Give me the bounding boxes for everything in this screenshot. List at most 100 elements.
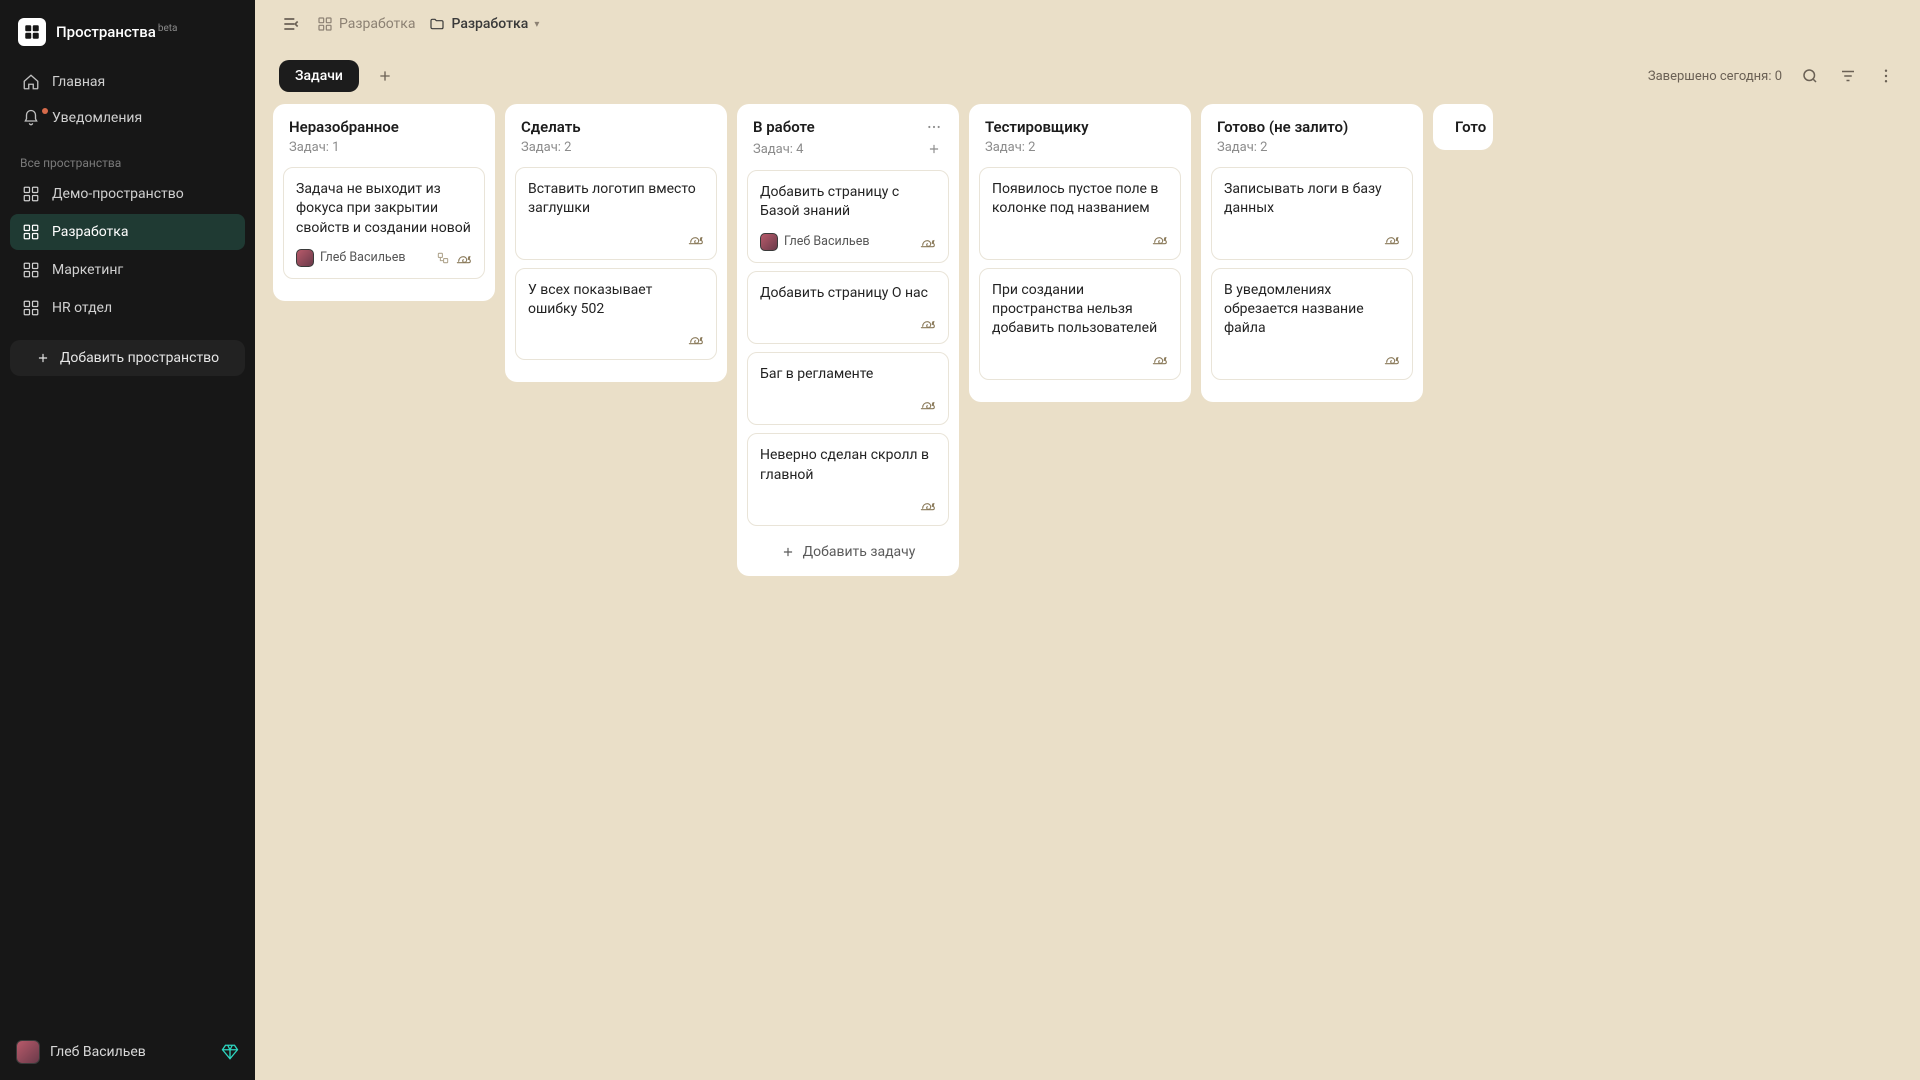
collapse-sidebar-button[interactable] [279,12,303,36]
board-scroll[interactable]: Неразобранное Задач: 1 Задача не выходит и… [255,104,1920,1080]
nav-notifications[interactable]: Уведомления [10,100,245,136]
breadcrumb-current[interactable]: Разработка ▾ [429,16,539,32]
board-column: Тестировщику Задач: 2 Появилось пустое пол… [969,104,1191,402]
home-icon [22,73,40,91]
bell-icon [22,109,40,127]
sidebar-space-item[interactable]: Разработка [10,214,245,250]
sidebar-space-item[interactable]: Демо-пространство [10,176,245,212]
column-task-count: Задач: 2 [521,140,571,155]
column-title: Тестировщику [985,118,1089,136]
premium-icon[interactable] [221,1043,239,1061]
task-title: Добавить страницу с Базой знаний [760,183,936,222]
task-card[interactable]: Появилось пустое поле в колонке под назв… [979,167,1181,260]
column-title: Готово (не залито) [1217,118,1348,136]
breadcrumb-current-label: Разработка [451,16,528,32]
board-column: В работеЗадач: 4Добавить страницу с Базо… [737,104,959,576]
subtask-icon [436,251,450,265]
topbar: Разработка Разработка ▾ [255,0,1920,48]
task-card[interactable]: У всех показывает ошибку 502 [515,268,717,361]
snail-icon [920,234,936,250]
task-card[interactable]: При создании пространства нельзя добавит… [979,268,1181,380]
task-title: В уведомлениях обрезается название файла [1224,281,1400,339]
board: Неразобранное Задач: 1 Задача не выходит и… [273,104,1920,1062]
sidebar-space-item[interactable]: HR отдел [10,290,245,326]
board-column-overflow[interactable]: Готово [1433,104,1493,150]
task-card[interactable]: Записывать логи в базу данных [1211,167,1413,260]
space-label: Разработка [52,224,128,240]
board-column: Готово (не залито) Задач: 2 Записывать лог… [1201,104,1423,402]
snail-icon [456,250,472,266]
plus-icon [36,351,50,365]
space-label: Маркетинг [52,262,123,278]
brand-title: Пространстваbeta [56,23,177,41]
task-title: При создании пространства нельзя добавит… [992,281,1168,339]
task-title: Появилось пустое поле в колонке под назв… [992,180,1168,219]
search-button[interactable] [1800,66,1820,86]
user-name: Глеб Васильев [50,1044,146,1060]
column-title: В работе [753,118,815,136]
spaces-section-label: Все пространства [0,142,255,176]
sidebar: Пространстваbeta Главная Уведомления Все… [0,0,255,1080]
user-avatar[interactable] [16,1040,40,1064]
column-task-count: Задач: 2 [1217,140,1267,155]
notification-dot-icon [42,108,48,114]
task-card[interactable]: Добавить страницу О нас [747,271,949,344]
assignee-name: Глеб Васильев [784,234,870,249]
space-list: Демо-пространство Разработка Маркетинг HR о… [0,176,255,326]
snail-icon [1384,231,1400,247]
column-title: Готово [1439,118,1487,136]
task-title: У всех показывает ошибку 502 [528,281,704,320]
snail-icon [920,315,936,331]
breadcrumb-parent[interactable]: Разработка [317,16,415,32]
column-title: Неразобранное [289,118,399,136]
snail-icon [688,231,704,247]
task-title: Неверно сделан скролл в главной [760,446,936,485]
folder-icon [429,16,445,32]
add-task-button[interactable]: Добавить задачу [747,534,949,562]
space-label: Демо-пространство [52,186,184,202]
space-label: HR отдел [52,300,112,316]
snail-icon [1152,231,1168,247]
task-card[interactable]: Вставить логотип вместо заглушки [515,167,717,260]
assignee-avatar [760,233,778,251]
snail-icon [920,497,936,513]
add-tab-button[interactable] [371,62,399,90]
task-card[interactable]: Задача не выходит из фокуса при закрытии… [283,167,485,279]
filter-button[interactable] [1838,66,1858,86]
main: Разработка Разработка ▾ Задачи Завершено… [255,0,1920,1080]
column-add-task-button[interactable] [925,140,943,158]
tab-tasks[interactable]: Задачи [279,60,359,92]
snail-icon [920,396,936,412]
column-task-count: Задач: 2 [985,140,1035,155]
board-column: СделатьЗадач: 2Вставить логотип вместо з… [505,104,727,382]
task-title: Добавить страницу О нас [760,284,936,303]
column-task-count: Задач: 1 [289,140,339,155]
snail-icon [1384,351,1400,367]
task-title: Записывать логи в базу данных [1224,180,1400,219]
more-menu-button[interactable] [1876,66,1896,86]
add-task-label: Добавить задачу [803,544,916,560]
plus-icon [781,545,795,559]
task-card[interactable]: Добавить страницу с Базой знаний Глеб Вас… [747,170,949,263]
workspace-icon [22,299,40,317]
tabbar: Задачи Завершено сегодня: 0 [255,48,1920,104]
assignee-avatar [296,249,314,267]
chevron-down-icon: ▾ [534,19,539,30]
breadcrumb-parent-label: Разработка [339,16,415,32]
task-card[interactable]: Неверно сделан скролл в главной [747,433,949,526]
nav-home[interactable]: Главная [10,64,245,100]
workspace-icon [317,16,333,32]
snail-icon [688,331,704,347]
tab-tasks-label: Задачи [295,68,343,84]
task-title: Баг в регламенте [760,365,936,384]
task-title: Вставить логотип вместо заглушки [528,180,704,219]
board-column: Неразобранное Задач: 1 Задача не выходит и… [273,104,495,301]
sidebar-space-item[interactable]: Маркетинг [10,252,245,288]
task-card[interactable]: Баг в регламенте [747,352,949,425]
workspace-icon [22,261,40,279]
task-card[interactable]: В уведомлениях обрезается название файла [1211,268,1413,380]
add-space-button[interactable]: Добавить пространство [10,340,245,376]
nav-label: Уведомления [52,110,142,126]
nav-label: Главная [52,74,105,90]
column-more-button[interactable] [925,118,943,136]
